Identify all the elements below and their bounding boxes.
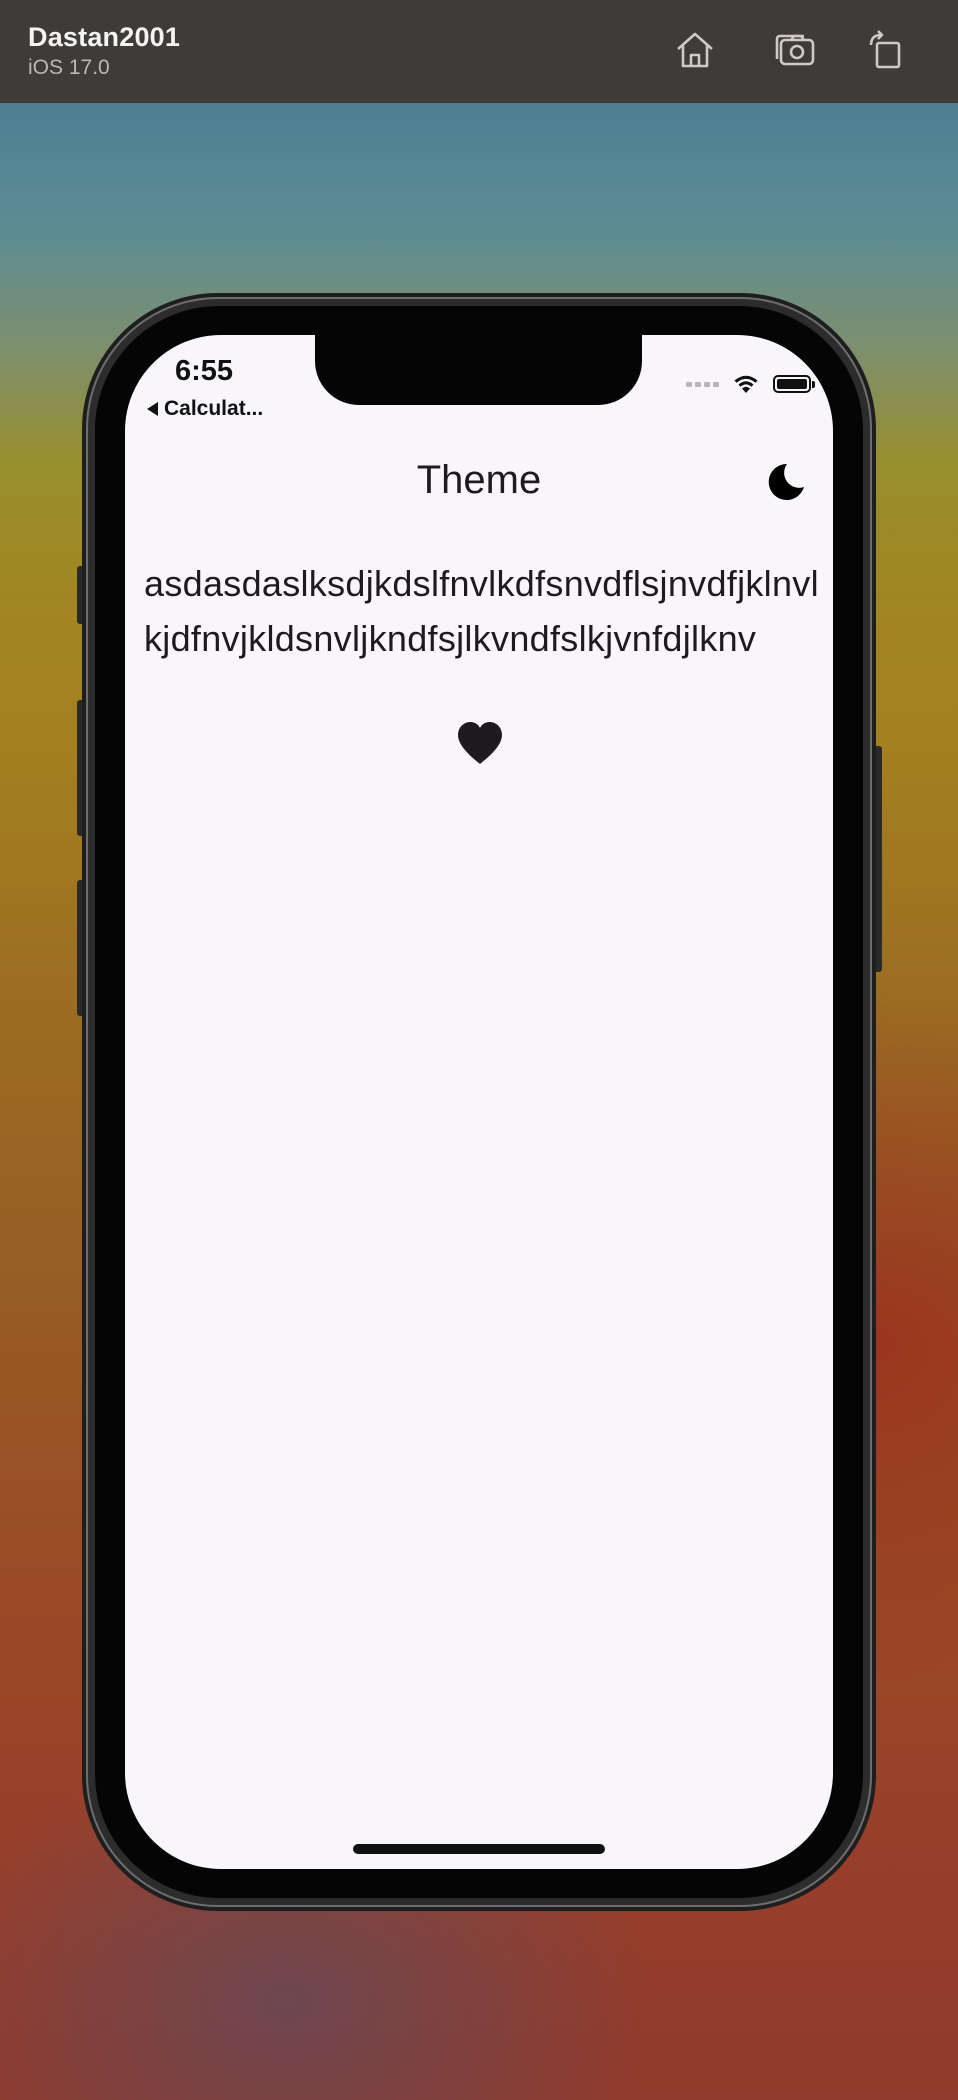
body-text: asdasdaslksdjkdslfnvlkdfsnvdflsjnvdfjkln… [144, 563, 819, 659]
back-to-app-link[interactable]: Calculat... [147, 397, 263, 421]
notch [315, 335, 642, 405]
home-indicator[interactable] [353, 1844, 605, 1854]
screenshot-icon [775, 34, 815, 66]
device-name: Dastan2001 [28, 22, 181, 52]
battery-icon [773, 375, 815, 393]
page-title: Theme [416, 458, 542, 502]
power-button [871, 746, 882, 972]
rotate-button[interactable] [860, 24, 912, 76]
back-triangle-icon [147, 402, 158, 416]
status-indicators [686, 373, 815, 395]
wifi-icon [734, 375, 758, 393]
moon-icon[interactable] [765, 461, 807, 503]
heart-icon[interactable] [455, 720, 505, 766]
screenshot-button[interactable] [769, 24, 821, 76]
home-icon [677, 32, 713, 68]
rotate-icon [869, 30, 901, 69]
home-button[interactable] [669, 24, 721, 76]
phone-screen: 6:55 Calculat... Theme asdasdaslksdjkdsl… [125, 335, 833, 1869]
back-app-label: Calculat... [164, 397, 264, 420]
status-time: 6:55 [175, 355, 234, 387]
simulator-toolbar: Dastan2001 iOS 17.0 [0, 0, 958, 103]
os-version: iOS 17.0 [28, 56, 110, 79]
cellular-signal-icon [686, 381, 719, 387]
